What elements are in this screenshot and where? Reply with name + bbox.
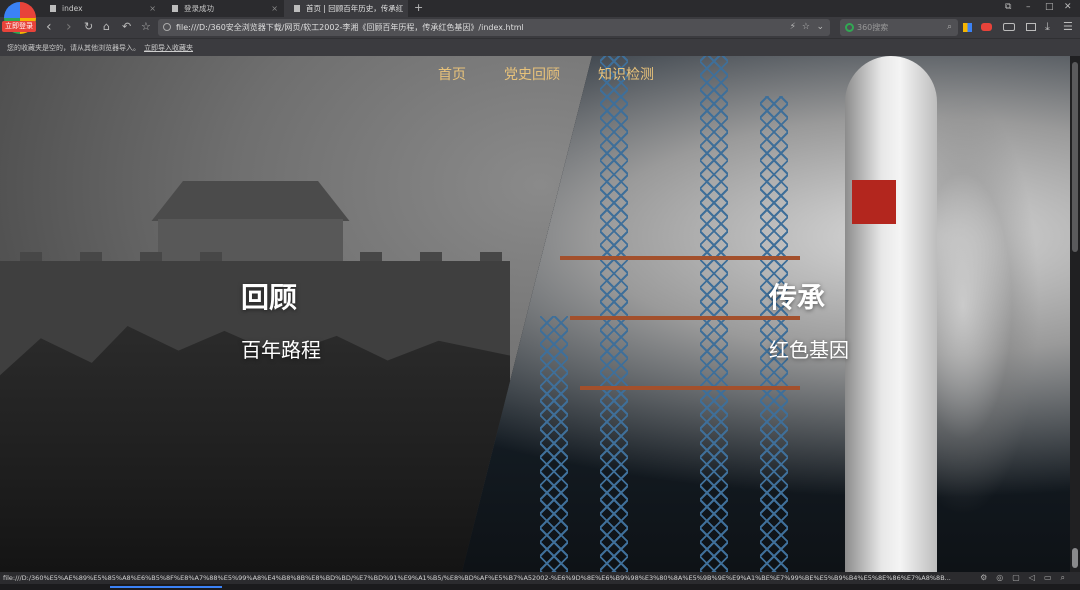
launch-tower-truss xyxy=(700,56,728,572)
platform-beam xyxy=(560,256,800,260)
search-icon[interactable]: ⌕ xyxy=(947,19,952,36)
launch-smoke xyxy=(930,96,1040,516)
document-icon xyxy=(172,5,178,12)
tab-title: index xyxy=(62,4,83,13)
tab-title: 登录成功 xyxy=(184,4,214,13)
status-url: file:///D:/360%E5%AE%89%E5%85%A8%E6%B5%8… xyxy=(3,574,951,582)
screenshot-icon[interactable] xyxy=(1003,23,1015,31)
search-placeholder: 360搜索 xyxy=(857,23,889,32)
lightning-icon[interactable]: ⚡ xyxy=(790,19,796,36)
nav-party-history-link[interactable]: 党史回顾 xyxy=(504,64,560,84)
reload-icon[interactable]: ↻ xyxy=(84,20,93,34)
new-tab-button[interactable]: + xyxy=(414,0,423,16)
taskbar-strip xyxy=(0,584,1080,590)
bookmark-star-icon[interactable]: ☆ xyxy=(141,20,151,34)
close-tab-icon[interactable]: × xyxy=(149,0,156,17)
bookmarks-bar: 您的收藏夹是空的，请从其他浏览器导入。 立即导入收藏夹 xyxy=(0,38,1080,56)
navigation-bar: ‹ › ↻ ⌂ ↶ ☆ file:///D:/360安全浏览器下载/网页/软工2… xyxy=(0,17,1080,38)
game-icon[interactable] xyxy=(981,23,992,31)
platform-beam xyxy=(570,316,800,320)
status-bar: file:///D:/360%E5%AE%89%E5%85%A8%E6%B5%8… xyxy=(0,572,1080,584)
tab-bar: index × 登录成功 × 首页 | 回顾百年历史，传承红 × + ⧉ – □… xyxy=(0,0,1080,17)
close-window-icon[interactable]: ✕ xyxy=(1064,2,1072,12)
search-engine-icon xyxy=(845,23,854,32)
favorite-icon[interactable]: ☆ xyxy=(802,19,810,36)
search-box[interactable]: 360搜索 ⌕ xyxy=(840,19,958,36)
home-icon[interactable]: ⌂ xyxy=(103,20,110,34)
back-icon[interactable]: ‹ xyxy=(46,20,52,34)
nav-home-link[interactable]: 首页 xyxy=(438,64,466,84)
maximize-icon[interactable]: □ xyxy=(1045,2,1054,12)
launch-tower-truss xyxy=(540,316,568,572)
close-tab-icon[interactable]: × xyxy=(271,0,278,17)
gate-tower xyxy=(158,219,343,264)
tab-home[interactable]: 首页 | 回顾百年历史，传承红 × xyxy=(284,0,408,17)
left-headline: 回顾 xyxy=(241,281,298,314)
restore-icon[interactable]: ⧉ xyxy=(1005,2,1011,12)
undo-icon[interactable]: ↶ xyxy=(122,20,131,34)
window-icon[interactable] xyxy=(1026,23,1036,31)
left-subheadline: 百年路程 xyxy=(241,338,321,362)
tab-login-success[interactable]: 登录成功 × xyxy=(162,0,284,17)
address-text: file:///D:/360安全浏览器下载/网页/软工2002-李湘《回顾百年历… xyxy=(176,23,524,32)
chevron-down-icon[interactable]: ⌄ xyxy=(816,19,824,36)
apps-icon[interactable] xyxy=(963,23,972,32)
download-icon[interactable]: ⤓ xyxy=(1045,20,1050,34)
bookmarks-empty-text: 您的收藏夹是空的，请从其他浏览器导入。 xyxy=(7,44,140,52)
rocket xyxy=(845,56,937,572)
platform-beam xyxy=(580,386,800,390)
page-content: 首页 党史回顾 知识检测 回顾 百年路程 传承 红色基因 xyxy=(0,56,1080,572)
scrollbar-thumb-lower[interactable] xyxy=(1072,548,1078,568)
minimize-icon[interactable]: – xyxy=(1026,2,1031,12)
flag-emblem xyxy=(852,180,896,224)
login-badge[interactable]: 立即登录 xyxy=(2,21,36,32)
info-icon xyxy=(163,23,171,31)
status-icons: ⚙◎▢◁▭⌕ xyxy=(980,573,1074,582)
import-bookmarks-link[interactable]: 立即导入收藏夹 xyxy=(144,44,193,52)
scrollbar-thumb[interactable] xyxy=(1072,62,1078,252)
nav-quiz-link[interactable]: 知识检测 xyxy=(598,64,654,84)
tab-title: 首页 | 回顾百年历史，传承红 xyxy=(306,4,404,13)
document-icon xyxy=(50,5,56,12)
tab-index[interactable]: index × xyxy=(40,0,162,17)
address-bar[interactable]: file:///D:/360安全浏览器下载/网页/软工2002-李湘《回顾百年历… xyxy=(158,19,830,36)
menu-icon[interactable]: ☰ xyxy=(1063,20,1073,34)
close-tab-icon[interactable]: × xyxy=(395,0,402,17)
taskbar-active-app[interactable] xyxy=(110,586,222,588)
document-icon xyxy=(294,5,300,12)
right-subheadline: 红色基因 xyxy=(769,338,849,362)
right-headline: 传承 xyxy=(769,281,826,314)
forward-icon[interactable]: › xyxy=(66,20,72,34)
launch-tower-truss xyxy=(600,56,628,572)
gate-tower-roof xyxy=(151,181,350,221)
page-scrollbar[interactable] xyxy=(1070,56,1080,572)
